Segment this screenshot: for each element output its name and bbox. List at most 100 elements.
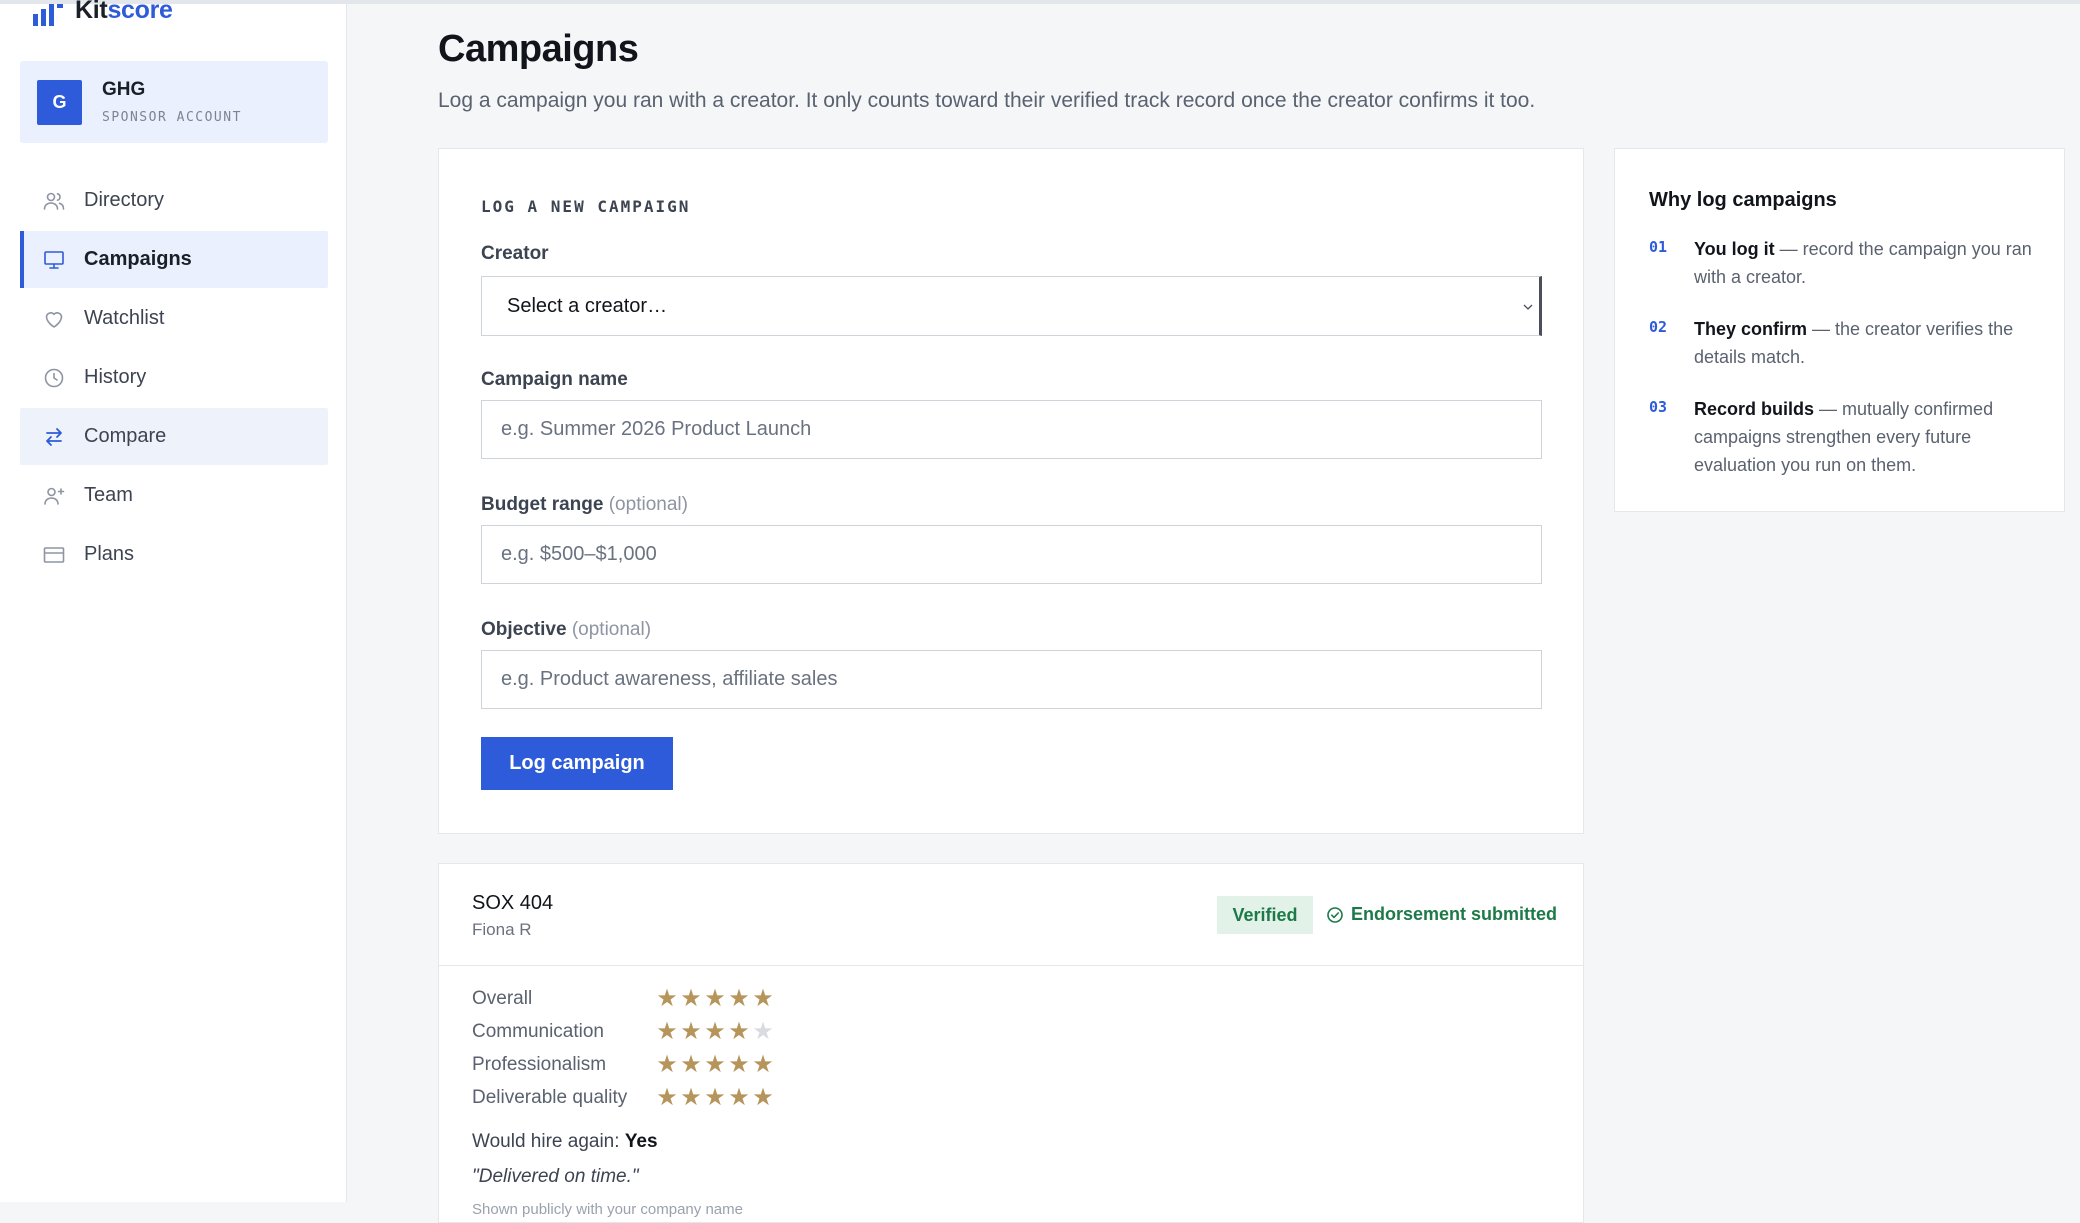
why-log-campaigns-panel: Why log campaigns 01 You log it — record… (1614, 148, 2065, 512)
step-title: Record builds (1694, 399, 1815, 419)
sidebar-item-label: History (84, 366, 147, 388)
creator-select[interactable]: Select a creator… (481, 276, 1542, 336)
check-circle-icon (1327, 906, 1343, 923)
creator-select-value: Select a creator… (507, 294, 668, 317)
avatar: G (37, 79, 82, 125)
objective-label-text: Objective (481, 619, 567, 640)
review-quote: "Delivered on time." (472, 1166, 639, 1187)
campaign-creator: Fiona R (472, 920, 532, 939)
sidebar-item-directory[interactable]: Directory (20, 172, 328, 229)
logo-bars-icon (33, 4, 63, 26)
why-step: 01 You log it — record the campaign you … (1649, 235, 2049, 291)
star-rating: ★ ★ ★ ★ ★ (656, 1050, 774, 1078)
step-number: 02 (1649, 318, 1668, 336)
star-filled-icon: ★ (752, 984, 774, 1012)
arrows-swap-icon (46, 427, 62, 446)
rating-row: Overall ★ ★ ★ ★ ★ (472, 982, 774, 1015)
sidebar-item-watchlist[interactable]: Watchlist (20, 290, 328, 347)
objective-label: Objective (optional) (481, 619, 651, 641)
budget-range-label: Budget range (optional) (481, 494, 688, 516)
budget-range-label-text: Budget range (481, 494, 604, 515)
step-text: Record builds — mutually confirmed campa… (1694, 395, 2049, 479)
credit-card-icon (43, 546, 65, 563)
brand[interactable]: Kitscore (33, 0, 173, 26)
rating-row: Professionalism ★ ★ ★ ★ ★ (472, 1048, 774, 1081)
star-filled-icon: ★ (704, 984, 726, 1012)
user-plus-icon (44, 487, 65, 505)
sidebar-item-plans[interactable]: Plans (20, 526, 328, 583)
account-name: GHG (102, 79, 146, 100)
rating-label: Overall (472, 987, 533, 1009)
creator-label: Creator (481, 243, 549, 264)
endorsement-text: Endorsement submitted (1351, 904, 1558, 924)
hire-value: Yes (624, 1131, 658, 1152)
why-step: 03 Record builds — mutually confirmed ca… (1649, 395, 2049, 479)
sidebar-item-label: Team (84, 484, 133, 506)
star-filled-icon: ★ (656, 1017, 678, 1045)
step-text: You log it — record the campaign you ran… (1694, 235, 2049, 291)
star-filled-icon: ★ (680, 1050, 702, 1078)
star-filled-icon: ★ (752, 1083, 774, 1111)
sidebar-item-compare[interactable]: Compare (20, 408, 328, 465)
clock-icon (44, 368, 64, 387)
brand-name: Kitscore (75, 0, 173, 23)
step-number: 03 (1649, 398, 1668, 416)
status-badge: Verified (1217, 896, 1313, 934)
monitor-icon (44, 250, 64, 269)
chevron-down-icon (1523, 304, 1533, 310)
campaign-card-header: SOX 404 Fiona R Verified Endorsement sub… (439, 864, 1583, 966)
star-filled-icon: ★ (704, 1017, 726, 1045)
sidebar-item-campaigns[interactable]: Campaigns (20, 231, 328, 288)
sidebar-item-label: Directory (84, 189, 165, 211)
sidebar-item-label: Plans (84, 543, 135, 565)
star-filled-icon: ★ (728, 1050, 750, 1078)
account-switcher[interactable]: G GHG SPONSOR ACCOUNT (20, 61, 328, 143)
star-filled-icon: ★ (680, 984, 702, 1012)
brand-name-part2: score (107, 0, 173, 24)
endorsement-status: Endorsement submitted (1326, 904, 1557, 925)
star-filled-icon: ★ (704, 1050, 726, 1078)
campaign-title: SOX 404 (472, 892, 554, 914)
star-filled-icon: ★ (728, 984, 750, 1012)
would-hire-again: Would hire again: Yes (472, 1131, 658, 1153)
star-rating: ★ ★ ★ ★ ★ (656, 1017, 774, 1045)
objective-input[interactable] (481, 650, 1542, 709)
users-icon (43, 192, 65, 210)
sidebar: Kitscore G GHG SPONSOR ACCOUNT Directory… (0, 0, 347, 1202)
why-title: Why log campaigns (1649, 189, 1837, 211)
log-campaign-form: LOG A NEW CAMPAIGN Creator Select a crea… (438, 148, 1584, 834)
star-filled-icon: ★ (680, 1083, 702, 1111)
campaign-name-input[interactable] (481, 400, 1542, 459)
sidebar-nav: Directory Campaigns Watchlist History Co… (20, 172, 328, 585)
account-role: SPONSOR ACCOUNT (102, 110, 242, 125)
form-heading: LOG A NEW CAMPAIGN (481, 197, 691, 216)
budget-range-input[interactable] (481, 525, 1542, 584)
star-filled-icon: ★ (656, 1083, 678, 1111)
sidebar-item-label: Compare (84, 425, 167, 447)
log-campaign-button[interactable]: Log campaign (481, 737, 673, 790)
step-title: They confirm (1694, 319, 1808, 339)
rating-label: Communication (472, 1020, 604, 1042)
star-filled-icon: ★ (680, 1017, 702, 1045)
optional-tag: (optional) (608, 494, 688, 515)
sidebar-item-team[interactable]: Team (20, 467, 328, 524)
public-note: Shown publicly with your company name (472, 1201, 743, 1218)
sidebar-item-history[interactable]: History (20, 349, 328, 406)
rating-label: Deliverable quality (472, 1086, 628, 1108)
main-content: Campaigns Log a campaign you ran with a … (347, 4, 2080, 1223)
step-number: 01 (1649, 238, 1668, 256)
sidebar-item-label: Watchlist (84, 307, 165, 329)
star-filled-icon: ★ (752, 1050, 774, 1078)
rating-row: Deliverable quality ★ ★ ★ ★ ★ (472, 1081, 774, 1114)
rating-row: Communication ★ ★ ★ ★ ★ (472, 1015, 774, 1048)
rating-label: Professionalism (472, 1053, 607, 1075)
step-title: You log it (1694, 239, 1775, 259)
star-rating: ★ ★ ★ ★ ★ (656, 1083, 774, 1111)
star-rating: ★ ★ ★ ★ ★ (656, 984, 774, 1012)
star-filled-icon: ★ (656, 984, 678, 1012)
page-title: Campaigns (438, 28, 639, 70)
brand-name-part1: Kit (75, 0, 108, 24)
heart-icon (45, 311, 63, 328)
star-filled-icon: ★ (728, 1017, 750, 1045)
hire-label: Would hire again: (472, 1131, 620, 1152)
